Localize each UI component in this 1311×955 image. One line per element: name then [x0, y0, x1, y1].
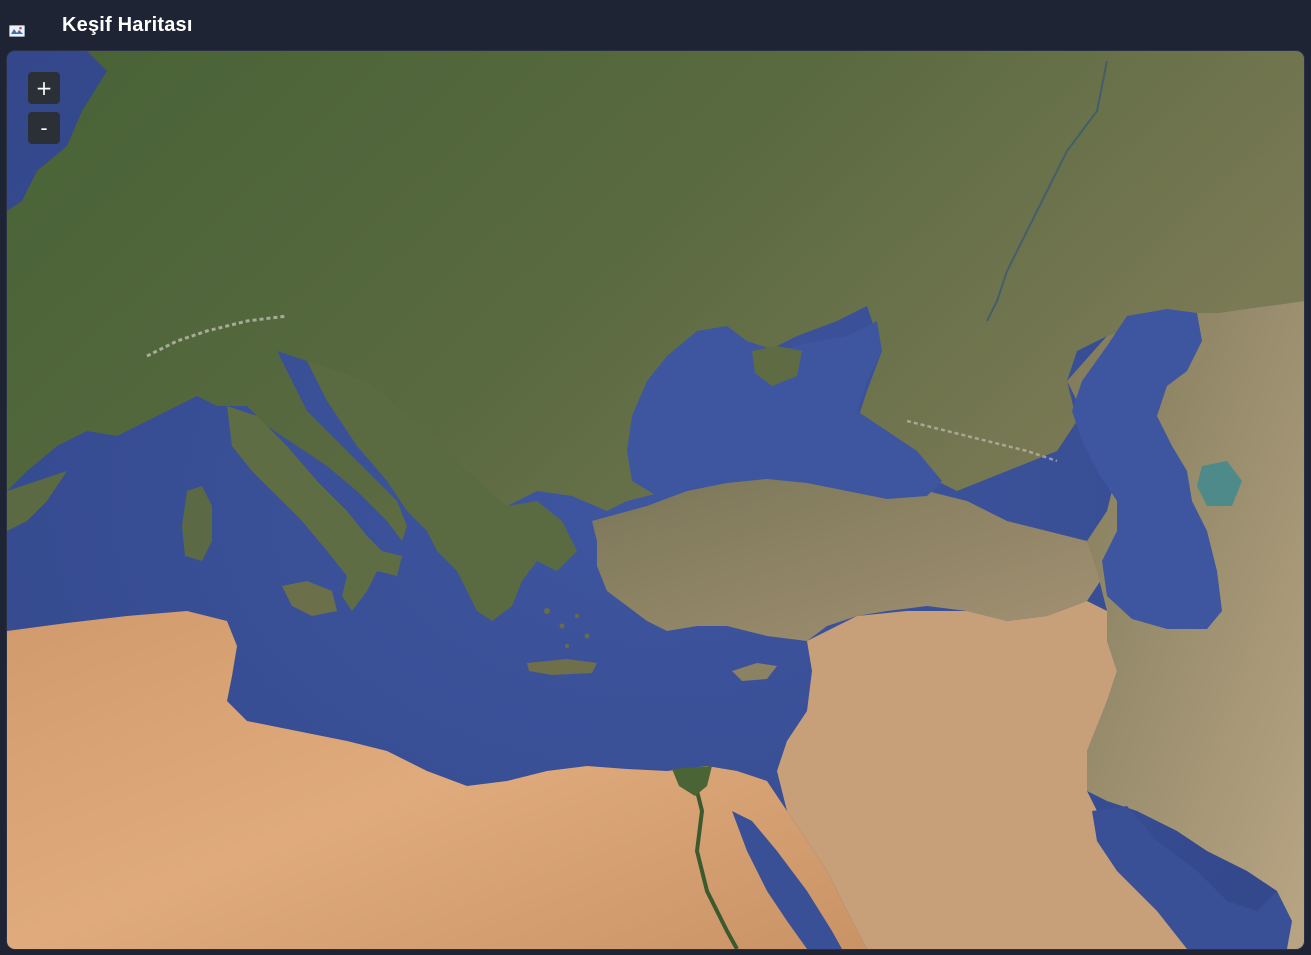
sardinia-island — [182, 486, 212, 561]
app-window: Keşif Haritası + - — [0, 0, 1311, 955]
page-title: Keşif Haritası — [62, 14, 193, 36]
satellite-map[interactable] — [7, 51, 1304, 949]
map-icon — [9, 24, 25, 37]
header-bar: Keşif Haritası — [0, 0, 1311, 50]
zoom-out-button[interactable]: - — [28, 112, 60, 144]
zoom-in-button[interactable]: + — [28, 72, 60, 104]
map-view[interactable]: + - — [7, 51, 1304, 949]
